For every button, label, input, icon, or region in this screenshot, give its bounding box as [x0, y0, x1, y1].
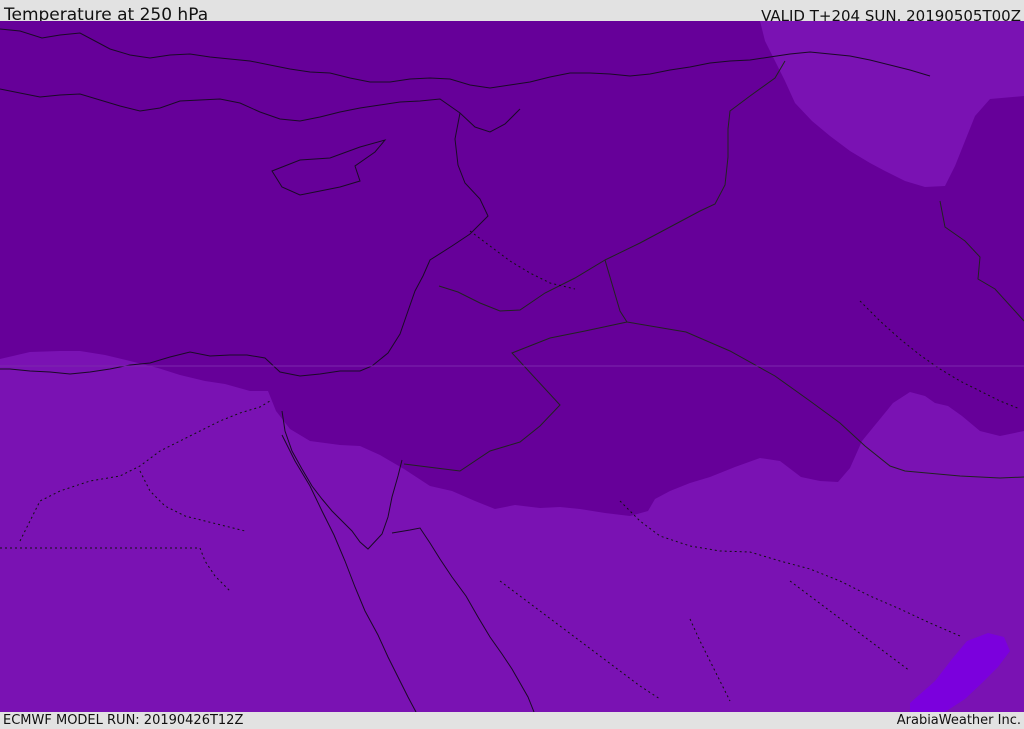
- model-run-label: ECMWF MODEL RUN: 20190426T12Z: [3, 713, 244, 728]
- footer-bar: ECMWF MODEL RUN: 20190426T12Z ArabiaWeat…: [0, 712, 1024, 729]
- map-svg: [0, 21, 1024, 712]
- map-frame: Temperature at 250 hPa VALID T+204 SUN. …: [0, 0, 1024, 729]
- temperature-map: [0, 21, 1024, 712]
- header-bar: Temperature at 250 hPa VALID T+204 SUN. …: [0, 0, 1024, 25]
- credit-label: ArabiaWeather Inc.: [896, 713, 1021, 728]
